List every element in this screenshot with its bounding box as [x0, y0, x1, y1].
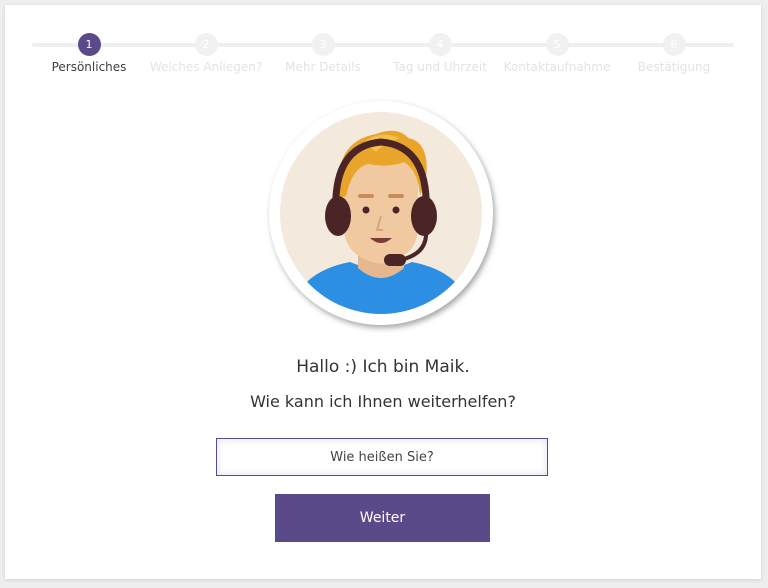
step-3[interactable]: 3 Mehr Details [263, 33, 383, 74]
name-input[interactable] [216, 438, 548, 476]
step-number: 6 [662, 33, 686, 56]
step-label: Welches Anliegen? [149, 60, 263, 74]
step-number: 4 [428, 33, 452, 56]
avatar [269, 101, 493, 325]
greeting-title: Hallo :) Ich bin Maik. [296, 357, 470, 377]
step-4[interactable]: 4 Tag und Uhrzeit [380, 33, 500, 74]
step-1[interactable]: 1 Persönliches [29, 33, 149, 74]
step-label: Mehr Details [285, 60, 361, 74]
progress-stepper: 1 Persönliches 2 Welches Anliegen? 3 Meh… [5, 5, 761, 85]
next-button[interactable]: Weiter [275, 494, 490, 542]
step-number: 5 [545, 33, 569, 56]
wizard-card: 1 Persönliches 2 Welches Anliegen? 3 Meh… [5, 5, 761, 579]
step-5[interactable]: 5 Kontaktaufnahme [497, 33, 617, 74]
step-number: 1 [77, 33, 101, 56]
greeting-question: Wie kann ich Ihnen weiterhelfen? [250, 392, 516, 411]
step-number: 3 [311, 33, 335, 56]
step-6[interactable]: 6 Bestätigung [614, 33, 734, 74]
support-agent-avatar-icon [280, 112, 482, 314]
step-number: 2 [194, 33, 218, 56]
step-label: Kontaktaufnahme [503, 60, 611, 74]
step-2[interactable]: 2 Welches Anliegen? [146, 33, 266, 74]
step-label: Bestätigung [637, 60, 711, 74]
step-label: Tag und Uhrzeit [393, 60, 487, 74]
step-label: Persönliches [51, 60, 127, 74]
